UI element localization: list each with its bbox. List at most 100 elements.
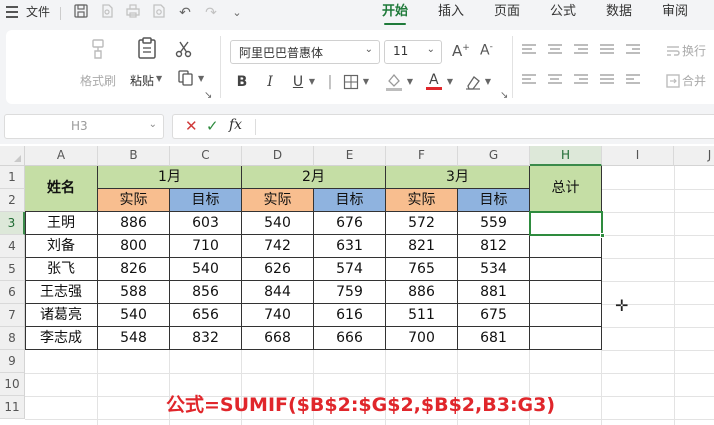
value-cell[interactable]: 800 <box>98 235 170 258</box>
header-target-3[interactable]: 目标 <box>458 189 530 212</box>
value-cell[interactable]: 540 <box>170 258 242 281</box>
value-cell[interactable]: 631 <box>314 235 386 258</box>
value-cell[interactable]: 881 <box>458 281 530 304</box>
row-header-4[interactable]: 4 <box>0 235 25 258</box>
underline-dropdown-icon[interactable]: ▼ <box>308 72 316 92</box>
total-cell[interactable] <box>530 235 602 258</box>
borders-icon[interactable] <box>342 74 360 92</box>
column-header-j[interactable]: J <box>674 146 714 166</box>
header-name-cell[interactable]: 姓名 <box>25 166 98 212</box>
column-header-g[interactable]: G <box>458 146 530 166</box>
redo-icon[interactable]: ↷ <box>202 4 220 22</box>
value-cell[interactable]: 676 <box>314 212 386 235</box>
header-total-cell[interactable]: 总计 <box>530 166 602 212</box>
distribute-icon[interactable] <box>600 74 614 86</box>
format-painter-icon[interactable] <box>86 38 110 62</box>
value-cell[interactable]: 681 <box>458 327 530 350</box>
value-cell[interactable]: 844 <box>242 281 314 304</box>
fill-color-icon[interactable] <box>384 72 404 94</box>
select-all-corner[interactable] <box>0 146 25 166</box>
value-cell[interactable]: 534 <box>458 258 530 281</box>
row-header-11[interactable]: 11 <box>0 396 25 419</box>
row-header-6[interactable]: 6 <box>0 281 25 304</box>
paste-label[interactable]: 粘贴 <box>130 72 154 89</box>
value-cell[interactable]: 511 <box>386 304 458 327</box>
row-header-3[interactable]: 3 <box>0 212 25 235</box>
value-cell[interactable]: 666 <box>314 327 386 350</box>
formula-input-area[interactable]: ✕ ✓ fx <box>172 114 714 139</box>
name-cell[interactable]: 王明 <box>25 212 98 235</box>
indent-icon[interactable] <box>626 44 640 56</box>
column-header-f[interactable]: F <box>386 146 458 166</box>
value-cell[interactable]: 559 <box>458 212 530 235</box>
tab-data[interactable]: 数据 <box>606 0 632 26</box>
value-cell[interactable]: 826 <box>98 258 170 281</box>
name-cell[interactable]: 诸葛亮 <box>25 304 98 327</box>
column-header-i[interactable]: I <box>602 146 674 166</box>
total-cell[interactable] <box>530 327 602 350</box>
row-header-8[interactable]: 8 <box>0 327 25 350</box>
value-cell[interactable]: 740 <box>242 304 314 327</box>
chevron-down-icon[interactable]: ⌄ <box>228 4 246 22</box>
align-middle-icon[interactable] <box>548 44 562 56</box>
fill-color-dropdown-icon[interactable]: ▼ <box>406 72 414 92</box>
value-cell[interactable]: 886 <box>386 281 458 304</box>
align-right-icon[interactable] <box>574 74 588 86</box>
save-icon[interactable] <box>72 4 90 22</box>
bold-button[interactable]: B <box>234 72 250 92</box>
align-bottom-icon[interactable] <box>574 44 588 56</box>
column-header-a[interactable]: A <box>25 146 98 166</box>
font-expand-icon[interactable]: ↘ <box>500 90 508 101</box>
spreadsheet-grid[interactable]: A B C D E F G H I J 1 2 3 4 5 6 7 8 9 10… <box>0 144 714 425</box>
value-cell[interactable]: 668 <box>242 327 314 350</box>
wrap-text-label[interactable]: 换行 <box>682 42 706 59</box>
fill-handle[interactable] <box>600 233 605 238</box>
format-painter-label[interactable]: 格式刷 <box>80 72 116 89</box>
value-cell[interactable]: 616 <box>314 304 386 327</box>
underline-button[interactable]: U <box>290 72 306 92</box>
clear-format-icon[interactable] <box>464 74 482 92</box>
value-cell[interactable]: 540 <box>98 304 170 327</box>
font-color-dropdown-icon[interactable]: ▼ <box>446 72 454 92</box>
copy-dropdown-icon[interactable]: ▼ <box>198 74 204 83</box>
font-color-icon[interactable]: A <box>424 70 444 94</box>
italic-button[interactable]: I <box>262 72 278 92</box>
align-left-icon[interactable] <box>522 74 536 86</box>
copy-icon[interactable] <box>176 70 196 90</box>
header-month-1[interactable]: 1月 <box>98 166 242 189</box>
row-header-9[interactable]: 9 <box>0 350 25 373</box>
header-target-2[interactable]: 目标 <box>314 189 386 212</box>
hamburger-menu-icon[interactable] <box>6 6 18 18</box>
value-cell[interactable]: 700 <box>386 327 458 350</box>
borders-dropdown-icon[interactable]: ▼ <box>362 72 370 92</box>
name-cell[interactable]: 王志强 <box>25 281 98 304</box>
tab-page[interactable]: 页面 <box>494 0 520 26</box>
cancel-icon[interactable]: ✕ <box>185 117 198 135</box>
align-top-icon[interactable] <box>522 44 536 56</box>
clear-format-dropdown-icon[interactable]: ▼ <box>484 72 492 92</box>
value-cell[interactable]: 675 <box>458 304 530 327</box>
merge-cells-label[interactable]: 合并 <box>682 72 706 89</box>
column-header-c[interactable]: C <box>170 146 242 166</box>
name-cell[interactable]: 刘备 <box>25 235 98 258</box>
value-cell[interactable]: 572 <box>386 212 458 235</box>
value-cell[interactable]: 710 <box>170 235 242 258</box>
value-cell[interactable]: 886 <box>98 212 170 235</box>
row-header-2[interactable]: 2 <box>0 189 25 212</box>
tab-home[interactable]: 开始 <box>382 0 408 26</box>
align-justify-icon[interactable] <box>600 44 614 56</box>
value-cell[interactable]: 821 <box>386 235 458 258</box>
column-header-d[interactable]: D <box>242 146 314 166</box>
column-header-e[interactable]: E <box>314 146 386 166</box>
value-cell[interactable]: 548 <box>98 327 170 350</box>
confirm-icon[interactable]: ✓ <box>206 117 219 135</box>
name-box[interactable]: H3 ⌄ <box>4 114 164 139</box>
value-cell[interactable]: 656 <box>170 304 242 327</box>
header-actual-2[interactable]: 实际 <box>242 189 314 212</box>
header-month-2[interactable]: 2月 <box>242 166 386 189</box>
undo-icon[interactable]: ↶ <box>176 4 194 22</box>
column-header-b[interactable]: B <box>98 146 170 166</box>
total-cell[interactable] <box>530 281 602 304</box>
header-actual-3[interactable]: 实际 <box>386 189 458 212</box>
value-cell[interactable]: 742 <box>242 235 314 258</box>
